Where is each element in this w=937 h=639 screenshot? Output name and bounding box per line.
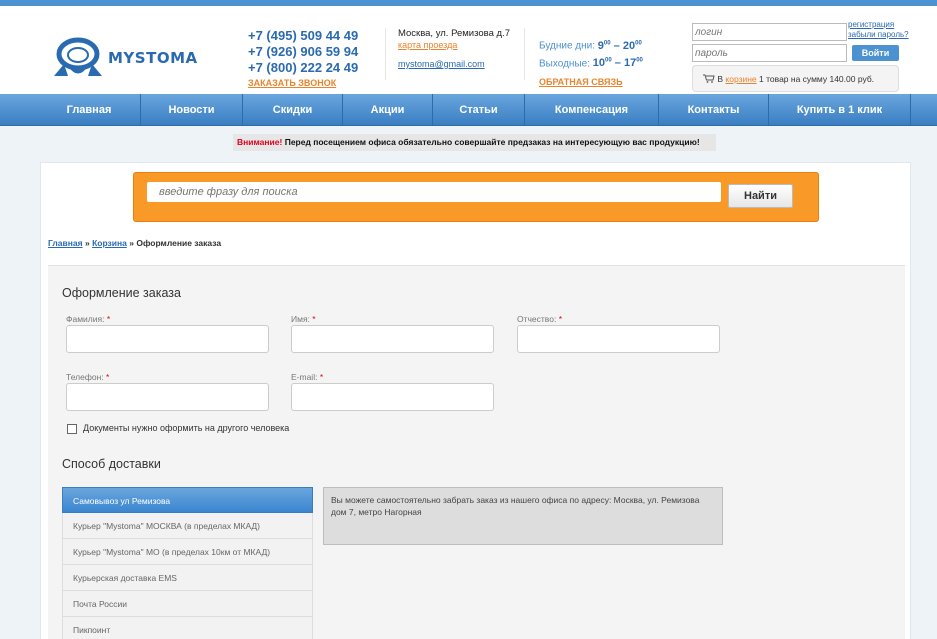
feedback-link[interactable]: ОБРАТНАЯ СВЯЗЬ xyxy=(539,77,689,87)
address-block: Москва, ул. Ремизова д.7 карта проезда m… xyxy=(385,28,525,80)
working-hours: Будние дни: 900 – 2000 Выходные: 1000 – … xyxy=(539,36,689,88)
logo[interactable]: MYSTOMA xyxy=(50,36,200,80)
nav-item-news[interactable]: Новости xyxy=(141,94,243,126)
register-link[interactable]: регистрация xyxy=(848,20,909,30)
order-form: Оформление заказа Фамилия: * Имя: * Отче… xyxy=(48,265,905,639)
nav-item-home[interactable]: Главная xyxy=(38,94,141,126)
breadcrumb: Главная » Корзина » Оформление заказа xyxy=(48,238,222,248)
notice-text: Перед посещением офиса обязательно совер… xyxy=(284,137,700,147)
order-call-link[interactable]: ЗАКАЗАТЬ ЗВОНОК xyxy=(248,78,358,88)
notice-banner: Внимание! Перед посещением офиса обязате… xyxy=(233,134,716,151)
breadcrumb-home[interactable]: Главная xyxy=(48,238,83,248)
firstname-label: Имя: * xyxy=(291,314,316,324)
phone-1[interactable]: +7 (495) 509 44 49 xyxy=(248,28,358,44)
delivery-option-post[interactable]: Почта России xyxy=(62,591,313,617)
login-button[interactable]: Войти xyxy=(852,45,899,61)
address-text: Москва, ул. Ремизова д.7 xyxy=(398,28,510,39)
search-button[interactable]: Найти xyxy=(728,184,793,208)
patronymic-input[interactable] xyxy=(517,325,720,353)
map-link[interactable]: карта проезда xyxy=(398,40,524,50)
account-links: регистрация забыли пароль? xyxy=(848,20,909,40)
login-form: регистрация забыли пароль? Войти В корзи… xyxy=(692,20,912,92)
cart-icon xyxy=(703,74,715,83)
email-label: E-mail: * xyxy=(291,372,324,382)
login-input[interactable] xyxy=(692,23,847,41)
weekend-hours: Выходные: 1000 – 1700 xyxy=(539,57,643,70)
lastname-label: Фамилия: * xyxy=(66,314,111,324)
delivery-option-courier-moscow[interactable]: Курьер "Mystoma" МОСКВА (в пределах МКАД… xyxy=(62,513,313,539)
nav-item-promos[interactable]: Акции xyxy=(343,94,433,126)
cart-link[interactable]: корзине xyxy=(725,74,756,84)
other-person-checkbox[interactable] xyxy=(67,424,77,434)
cart-summary: В корзине 1 товар на сумму 140.00 руб. xyxy=(692,65,899,92)
header: MYSTOMA +7 (495) 509 44 49 +7 (926) 906 … xyxy=(0,0,937,94)
forgot-password-link[interactable]: забыли пароль? xyxy=(848,30,909,40)
delivery-option-courier-mo[interactable]: Курьер "Mystoma" МО (в пределах 10км от … xyxy=(62,539,313,565)
delivery-description: Вы можете самостоятельно забрать заказ и… xyxy=(323,487,723,545)
delivery-option-ems[interactable]: Курьерская доставка EMS xyxy=(62,565,313,591)
weekdays-hours: Будние дни: 900 – 2000 xyxy=(539,39,642,52)
patronymic-label: Отчество: * xyxy=(517,314,562,324)
logo-text: MYSTOMA xyxy=(108,49,198,67)
email-input[interactable] xyxy=(291,383,494,411)
nav-item-discounts[interactable]: Скидки xyxy=(243,94,343,126)
cart-total: 1 товар на сумму 140.00 руб. xyxy=(759,74,875,84)
search-bar: Найти xyxy=(133,172,819,222)
phone-block: +7 (495) 509 44 49 +7 (926) 906 59 94 +7… xyxy=(248,28,358,88)
phone-2[interactable]: +7 (926) 906 59 94 xyxy=(248,44,358,60)
delivery-option-pickup[interactable]: Самовывоз ул Ремизова xyxy=(62,487,313,513)
email-link[interactable]: mystoma@gmail.com xyxy=(398,59,524,69)
phone-input[interactable] xyxy=(66,383,269,411)
breadcrumb-current: Оформление заказа xyxy=(136,238,222,248)
main-content: Найти Главная » Корзина » Оформление зак… xyxy=(40,162,911,639)
password-input[interactable] xyxy=(692,44,847,62)
delivery-title: Способ доставки xyxy=(62,457,161,471)
delivery-option-pickpoint[interactable]: Пикпоинт xyxy=(62,617,313,639)
other-person-label: Документы нужно оформить на другого чело… xyxy=(83,423,290,433)
order-title: Оформление заказа xyxy=(62,286,181,300)
delivery-options: Самовывоз ул Ремизова Курьер "Mystoma" М… xyxy=(62,487,313,639)
nav-item-compensation[interactable]: Компенсация xyxy=(525,94,659,126)
nav-item-articles[interactable]: Статьи xyxy=(433,94,525,126)
phone-label: Телефон: * xyxy=(66,372,110,382)
lastname-input[interactable] xyxy=(66,325,269,353)
nav-item-one-click[interactable]: Купить в 1 клик xyxy=(769,94,911,126)
notice-warning: Внимание! xyxy=(237,137,283,147)
search-input[interactable] xyxy=(147,182,721,202)
firstname-input[interactable] xyxy=(291,325,494,353)
phone-3[interactable]: +7 (800) 222 24 49 xyxy=(248,60,358,76)
breadcrumb-cart[interactable]: Корзина xyxy=(92,238,127,248)
logo-icon xyxy=(54,37,102,76)
nav-item-contacts[interactable]: Контакты xyxy=(659,94,769,126)
main-nav: Главная Новости Скидки Акции Статьи Комп… xyxy=(0,94,937,126)
